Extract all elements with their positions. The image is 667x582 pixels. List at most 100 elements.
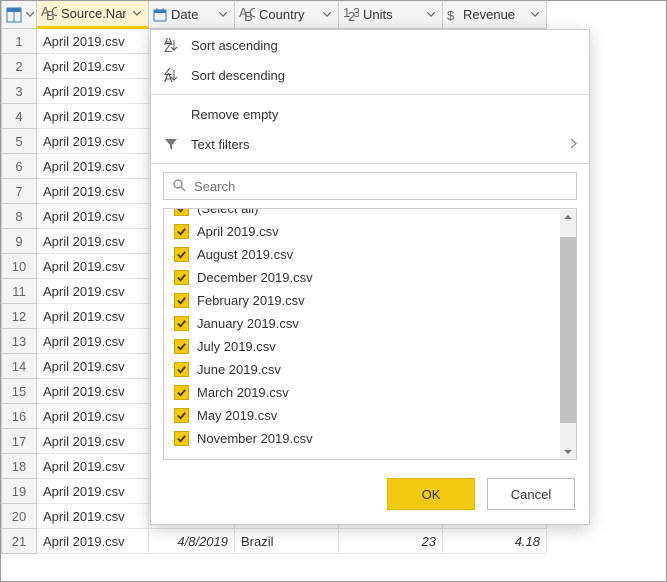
- check-label: February 2019.csv: [197, 293, 305, 308]
- column-header-units[interactable]: 123 Units: [339, 1, 443, 29]
- cell-source[interactable]: April 2019.csv: [37, 229, 149, 254]
- filter-check-item[interactable]: August 2019.csv: [164, 243, 560, 266]
- row-number[interactable]: 12: [1, 304, 37, 329]
- text-filters[interactable]: Text filters: [151, 129, 589, 159]
- column-header-date[interactable]: Date: [149, 1, 235, 29]
- cell-source[interactable]: April 2019.csv: [37, 529, 149, 554]
- checkbox-checked-icon[interactable]: [174, 247, 189, 262]
- row-number[interactable]: 11: [1, 279, 37, 304]
- column-header-country[interactable]: ABC Country: [235, 1, 339, 29]
- checkbox-checked-icon[interactable]: [174, 316, 189, 331]
- dropdown-icon[interactable]: [424, 8, 438, 22]
- button-label: Cancel: [511, 487, 551, 502]
- filter-check-item[interactable]: July 2019.csv: [164, 335, 560, 358]
- cell-source[interactable]: April 2019.csv: [37, 54, 149, 79]
- scrollbar[interactable]: [560, 209, 576, 459]
- cell-country[interactable]: Brazil: [235, 529, 339, 554]
- scroll-up-icon[interactable]: [560, 209, 576, 225]
- cell-source[interactable]: April 2019.csv: [37, 254, 149, 279]
- checkbox-checked-icon[interactable]: [174, 339, 189, 354]
- row-number[interactable]: 4: [1, 104, 37, 129]
- corner-header[interactable]: [1, 1, 37, 29]
- search-input[interactable]: [194, 179, 568, 194]
- checkbox-checked-icon[interactable]: [174, 385, 189, 400]
- check-label: January 2019.csv: [197, 316, 299, 331]
- filter-search[interactable]: [163, 172, 577, 200]
- filter-check-item[interactable]: March 2019.csv: [164, 381, 560, 404]
- row-number[interactable]: 8: [1, 204, 37, 229]
- sort-ascending[interactable]: AZ Sort ascending: [151, 30, 589, 60]
- row-number[interactable]: 20: [1, 504, 37, 529]
- row-number[interactable]: 15: [1, 379, 37, 404]
- cell-source[interactable]: April 2019.csv: [37, 354, 149, 379]
- checkbox-checked-icon[interactable]: [174, 362, 189, 377]
- sort-asc-icon: AZ: [163, 38, 179, 52]
- cell-source[interactable]: April 2019.csv: [37, 79, 149, 104]
- checkbox-checked-icon[interactable]: [174, 270, 189, 285]
- row-number[interactable]: 3: [1, 79, 37, 104]
- cell-source[interactable]: April 2019.csv: [37, 329, 149, 354]
- cell-source[interactable]: April 2019.csv: [37, 454, 149, 479]
- row-number[interactable]: 14: [1, 354, 37, 379]
- cell-source[interactable]: April 2019.csv: [37, 304, 149, 329]
- filter-check-item[interactable]: April 2019.csv: [164, 220, 560, 243]
- svg-text:3: 3: [353, 8, 359, 20]
- cell-source[interactable]: April 2019.csv: [37, 379, 149, 404]
- cancel-button[interactable]: Cancel: [487, 478, 575, 510]
- check-label: April 2019.csv: [197, 224, 279, 239]
- filter-check-item[interactable]: December 2019.csv: [164, 266, 560, 289]
- row-number[interactable]: 10: [1, 254, 37, 279]
- checkbox-checked-icon[interactable]: [174, 408, 189, 423]
- cell-source[interactable]: April 2019.csv: [37, 479, 149, 504]
- dropdown-icon[interactable]: [26, 8, 34, 22]
- cell-source[interactable]: April 2019.csv: [37, 129, 149, 154]
- row-number[interactable]: 16: [1, 404, 37, 429]
- checkbox-checked-icon[interactable]: [174, 431, 189, 446]
- row-number[interactable]: 17: [1, 429, 37, 454]
- filter-check-item[interactable]: June 2019.csv: [164, 358, 560, 381]
- filter-check-item[interactable]: (Select all): [164, 209, 560, 220]
- checkbox-checked-icon[interactable]: [174, 209, 189, 216]
- row-number[interactable]: 18: [1, 454, 37, 479]
- scroll-down-icon[interactable]: [560, 443, 576, 459]
- filter-check-item[interactable]: May 2019.csv: [164, 404, 560, 427]
- column-header-source[interactable]: ABC Source.Name: [37, 1, 149, 29]
- row-number[interactable]: 5: [1, 129, 37, 154]
- cell-source[interactable]: April 2019.csv: [37, 204, 149, 229]
- cell-source[interactable]: April 2019.csv: [37, 104, 149, 129]
- cell-source[interactable]: April 2019.csv: [37, 429, 149, 454]
- ok-button[interactable]: OK: [387, 478, 475, 510]
- dropdown-icon[interactable]: [216, 8, 230, 22]
- cell-source[interactable]: April 2019.csv: [37, 404, 149, 429]
- dropdown-icon[interactable]: [320, 8, 334, 22]
- filter-check-item[interactable]: January 2019.csv: [164, 312, 560, 335]
- cell-source[interactable]: April 2019.csv: [37, 154, 149, 179]
- row-number[interactable]: 13: [1, 329, 37, 354]
- text-type-icon: ABC: [239, 8, 255, 22]
- sort-descending[interactable]: ZA Sort descending: [151, 60, 589, 90]
- menu-label: Text filters: [191, 137, 250, 152]
- filter-check-item[interactable]: February 2019.csv: [164, 289, 560, 312]
- cell-revenue[interactable]: 4.18: [443, 529, 547, 554]
- remove-empty[interactable]: Remove empty: [151, 99, 589, 129]
- checkbox-checked-icon[interactable]: [174, 224, 189, 239]
- row-number[interactable]: 6: [1, 154, 37, 179]
- row-number[interactable]: 1: [1, 29, 37, 54]
- filter-check-item[interactable]: November 2019.csv: [164, 427, 560, 450]
- cell-source[interactable]: April 2019.csv: [37, 504, 149, 529]
- column-header-revenue[interactable]: $ Revenue: [443, 1, 547, 29]
- cell-source[interactable]: April 2019.csv: [37, 279, 149, 304]
- row-number[interactable]: 21: [1, 529, 37, 554]
- cell-date[interactable]: 4/8/2019: [149, 529, 235, 554]
- row-number[interactable]: 7: [1, 179, 37, 204]
- scroll-thumb[interactable]: [560, 237, 576, 423]
- row-number[interactable]: 2: [1, 54, 37, 79]
- row-number[interactable]: 19: [1, 479, 37, 504]
- cell-source[interactable]: April 2019.csv: [37, 29, 149, 54]
- row-number[interactable]: 9: [1, 229, 37, 254]
- dropdown-icon[interactable]: [528, 8, 542, 22]
- cell-units[interactable]: 23: [339, 529, 443, 554]
- checkbox-checked-icon[interactable]: [174, 293, 189, 308]
- cell-source[interactable]: April 2019.csv: [37, 179, 149, 204]
- dropdown-icon[interactable]: [130, 7, 144, 21]
